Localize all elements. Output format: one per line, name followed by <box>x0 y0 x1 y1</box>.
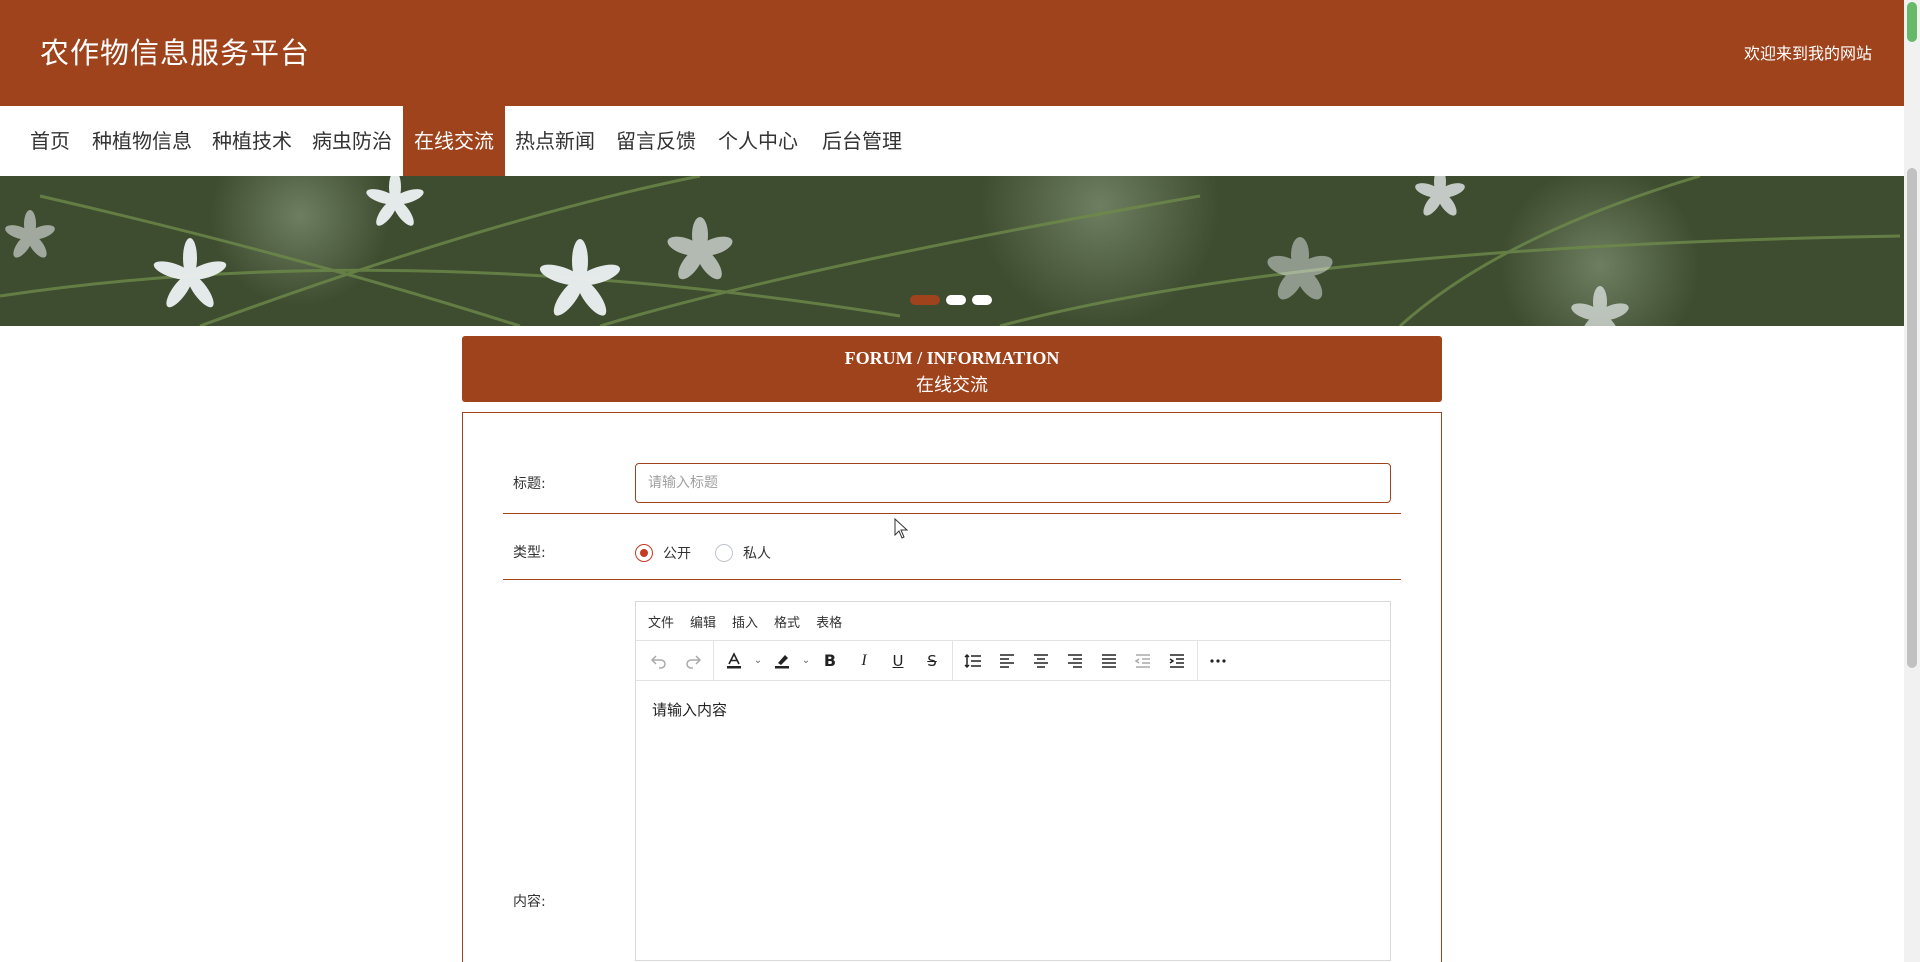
mouse-cursor-icon <box>894 518 909 539</box>
site-title[interactable]: 农作物信息服务平台 <box>40 30 310 72</box>
scrollbar-indicator <box>1907 2 1917 42</box>
type-option-label: 公开 <box>663 546 691 562</box>
line-height-icon[interactable] <box>956 645 990 677</box>
nav-item-forum[interactable]: 在线交流 <box>403 106 505 176</box>
banner-carousel[interactable] <box>0 176 1904 326</box>
carousel-dot-3[interactable] <box>972 295 992 305</box>
type-radio-private[interactable]: 私人 <box>715 543 771 563</box>
menu-file[interactable]: 文件 <box>648 612 674 631</box>
align-left-icon[interactable] <box>990 645 1024 677</box>
menu-edit[interactable]: 编辑 <box>690 612 716 631</box>
nav-item-feedback[interactable]: 留言反馈 <box>610 106 702 176</box>
section-title-cn: 在线交流 <box>916 375 988 395</box>
welcome-text: 欢迎来到我的网站 <box>1743 44 1872 63</box>
undo-icon[interactable] <box>642 645 676 677</box>
radio-checked-icon[interactable] <box>635 544 653 562</box>
forum-post-form: 标题: 类型: 公开 私人 内容: 文件 编辑 插入 格式 表格 <box>462 412 1442 962</box>
rich-text-editor: 文件 编辑 插入 格式 表格 ⌄ ⌄ B I U S 请输入内容 <box>635 601 1391 961</box>
toolbar-separator <box>952 640 953 681</box>
site-header: 农作物信息服务平台 欢迎来到我的网站 <box>0 0 1904 106</box>
page-scrollbar[interactable] <box>1904 0 1920 962</box>
nav-item-personal-center[interactable]: 个人中心 <box>712 106 804 176</box>
underline-icon[interactable]: U <box>881 645 915 677</box>
nav-item-admin[interactable]: 后台管理 <box>813 106 911 176</box>
nav-item-home[interactable]: 首页 <box>20 106 80 176</box>
align-center-icon[interactable] <box>1024 645 1058 677</box>
toolbar-separator <box>713 640 714 681</box>
divider <box>503 579 1401 580</box>
carousel-indicators <box>910 295 992 305</box>
chevron-down-icon[interactable]: ⌄ <box>799 645 813 677</box>
type-radio-public[interactable]: 公开 <box>635 543 691 563</box>
nav-item-pest-control[interactable]: 病虫防治 <box>306 106 398 176</box>
indent-icon[interactable] <box>1160 645 1194 677</box>
content-label: 内容: <box>513 894 546 910</box>
menu-table[interactable]: 表格 <box>816 612 842 631</box>
strikethrough-icon[interactable]: S <box>915 645 949 677</box>
radio-unchecked-icon[interactable] <box>715 544 733 562</box>
nav-item-planting-tech[interactable]: 种植技术 <box>206 106 298 176</box>
text-color-icon[interactable] <box>717 645 751 677</box>
scrollbar-thumb[interactable] <box>1907 168 1917 668</box>
type-radio-group: 公开 私人 <box>635 543 795 563</box>
redo-icon[interactable] <box>676 645 710 677</box>
align-right-icon[interactable] <box>1058 645 1092 677</box>
title-label: 标题: <box>513 476 546 492</box>
editor-content-area[interactable]: 请输入内容 <box>636 681 1390 738</box>
main-nav: 首页 种植物信息 种植技术 病虫防治 在线交流 热点新闻 留言反馈 个人中心 后… <box>0 106 1904 176</box>
type-label: 类型: <box>513 545 546 561</box>
divider <box>503 513 1401 514</box>
bold-icon[interactable]: B <box>813 645 847 677</box>
section-title: FORUM / INFORMATION 在线交流 <box>462 336 1442 402</box>
type-option-label: 私人 <box>743 546 771 562</box>
menu-insert[interactable]: 插入 <box>732 612 758 631</box>
section-title-en: FORUM / INFORMATION <box>844 348 1060 368</box>
editor-menubar: 文件 编辑 插入 格式 表格 <box>636 602 1390 641</box>
editor-placeholder: 请输入内容 <box>652 701 728 719</box>
highlight-icon[interactable] <box>765 645 799 677</box>
align-justify-icon[interactable] <box>1092 645 1126 677</box>
carousel-dot-2[interactable] <box>946 295 966 305</box>
outdent-icon[interactable] <box>1126 645 1160 677</box>
editor-toolbar: ⌄ ⌄ B I U S <box>636 640 1390 681</box>
menu-format[interactable]: 格式 <box>774 612 800 631</box>
title-input[interactable] <box>635 463 1391 503</box>
nav-item-news[interactable]: 热点新闻 <box>509 106 601 176</box>
toolbar-separator <box>1197 640 1198 681</box>
italic-icon[interactable]: I <box>847 645 881 677</box>
nav-item-plant-info[interactable]: 种植物信息 <box>86 106 198 176</box>
chevron-down-icon[interactable]: ⌄ <box>751 645 765 677</box>
more-icon[interactable] <box>1201 645 1235 677</box>
carousel-dot-1[interactable] <box>910 295 940 305</box>
